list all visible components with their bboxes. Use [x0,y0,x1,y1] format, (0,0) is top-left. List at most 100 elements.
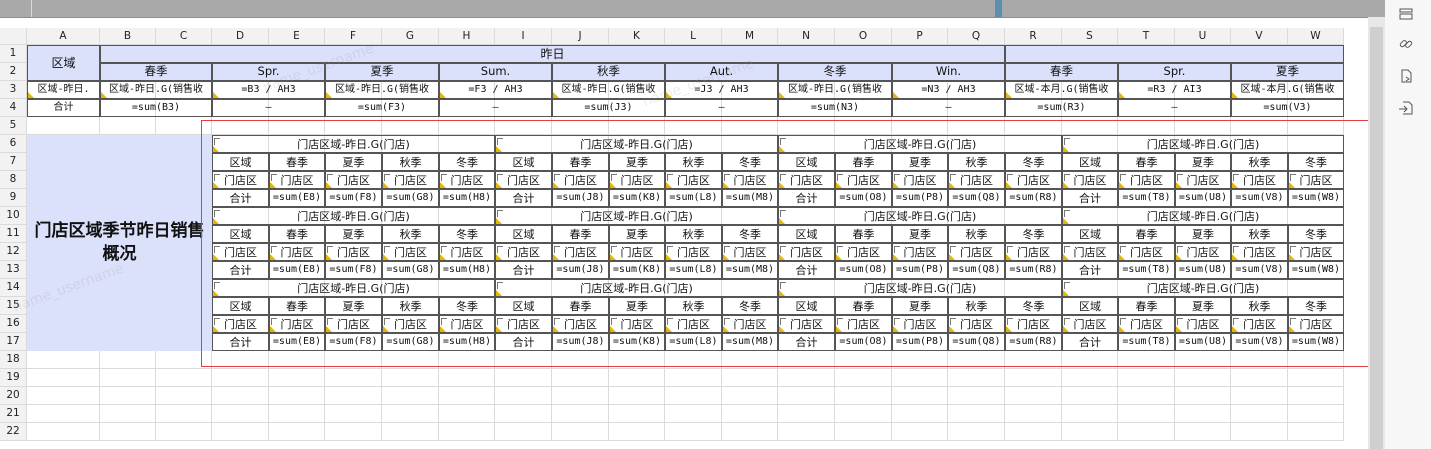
vertical-scrollbar[interactable] [1368,17,1385,449]
grid-cell[interactable] [948,405,1005,423]
grid-cell[interactable] [1118,423,1175,441]
block-title[interactable]: 门店区域-昨日.G(门店) [212,207,495,225]
formula-cell[interactable]: =R3 / AI3 [1118,81,1231,99]
grid-cell[interactable] [156,405,212,423]
block-title[interactable]: 门店区域-昨日.G(门店) [1062,207,1344,225]
grid-cell[interactable] [665,423,722,441]
grid-cell[interactable] [665,387,722,405]
store-cell[interactable]: 门店区 [552,171,609,189]
grid-cell[interactable] [835,369,892,387]
grid-cell[interactable] [948,369,1005,387]
scrollbar-thumb[interactable] [1370,27,1383,449]
total-label[interactable]: 合计 [495,333,552,351]
grid-cell[interactable] [1062,387,1118,405]
store-cell[interactable]: 门店区 [948,171,1005,189]
grid-cell[interactable] [609,423,665,441]
column-header[interactable]: Q [948,28,1005,45]
grid-cell[interactable] [1175,387,1231,405]
grid-cell[interactable] [552,369,609,387]
block-header[interactable]: 夏季 [325,153,382,171]
sum-cell[interactable]: =sum(V3) [1231,99,1344,117]
season-header[interactable]: 夏季 [1231,63,1344,81]
grid-cell[interactable] [439,387,495,405]
store-cell[interactable]: 门店区 [382,171,439,189]
block-header[interactable]: 秋季 [1231,297,1288,315]
season-header[interactable]: 春季 [100,63,212,81]
store-cell[interactable]: 门店区 [1005,243,1062,261]
block-header[interactable]: 春季 [1118,297,1175,315]
store-cell[interactable]: 门店区 [1231,171,1288,189]
sum-cell[interactable]: =sum(J8) [552,333,609,351]
grid-cell[interactable] [835,405,892,423]
block-header[interactable]: 冬季 [1005,225,1062,243]
formula-cell[interactable]: =F3 / AH3 [439,81,552,99]
block-header[interactable]: 冬季 [1005,297,1062,315]
column-header[interactable]: R [1005,28,1062,45]
select-all-corner[interactable] [0,28,27,45]
row-header[interactable]: 10 [0,207,27,225]
grid-cell[interactable] [325,405,382,423]
sum-cell[interactable]: =sum(H8) [439,261,495,279]
grid-cell[interactable] [778,423,835,441]
column-header[interactable]: G [382,28,439,45]
season-header[interactable]: Win. [892,63,1005,81]
grid-cell[interactable] [382,369,439,387]
block-header[interactable]: 春季 [552,297,609,315]
row-header[interactable]: 18 [0,351,27,369]
season-header[interactable]: 春季 [1005,63,1118,81]
grid-cell[interactable] [100,387,156,405]
store-cell[interactable]: 门店区 [212,243,269,261]
sum-cell[interactable]: =sum(M8) [722,189,778,207]
grid-cell[interactable] [100,369,156,387]
grid-cell[interactable] [1062,423,1118,441]
sum-cell[interactable]: =sum(U8) [1175,333,1231,351]
sum-cell[interactable]: =sum(W8) [1288,189,1344,207]
grid-cell[interactable] [100,423,156,441]
sum-cell[interactable]: =sum(M8) [722,261,778,279]
sum-cell[interactable]: =sum(J3) [552,99,665,117]
season-header[interactable]: Sum. [439,63,552,81]
block-header[interactable]: 夏季 [609,297,665,315]
store-cell[interactable]: 门店区 [609,171,665,189]
grid-cell[interactable] [1288,405,1344,423]
sum-cell[interactable]: =sum(Q8) [948,333,1005,351]
grid-cell[interactable] [382,117,439,135]
column-header[interactable]: B [100,28,156,45]
store-cell[interactable]: 门店区 [609,315,665,333]
block-header[interactable]: 秋季 [382,225,439,243]
grid-cell[interactable] [439,423,495,441]
store-cell[interactable]: 门店区 [1118,315,1175,333]
grid-cell[interactable] [156,387,212,405]
store-cell[interactable]: 门店区 [552,243,609,261]
block-header[interactable]: 冬季 [722,225,778,243]
block-header[interactable]: 夏季 [1175,153,1231,171]
store-cell[interactable]: 门店区 [835,243,892,261]
grid-cell[interactable] [382,423,439,441]
row-header[interactable]: 1 [0,45,27,63]
grid-cell[interactable] [665,117,722,135]
block-header[interactable]: 冬季 [722,297,778,315]
grid-cell[interactable] [722,405,778,423]
row-header[interactable]: 13 [0,261,27,279]
block-header[interactable]: 区域 [778,153,835,171]
import-icon[interactable] [1396,98,1416,118]
sum-cell[interactable]: =sum(U8) [1175,261,1231,279]
block-header[interactable]: 秋季 [1231,153,1288,171]
grid-cell[interactable] [1062,405,1118,423]
column-header[interactable]: S [1062,28,1118,45]
grid-cell[interactable] [892,369,948,387]
block-header[interactable]: 区域 [778,297,835,315]
grid-cell[interactable] [269,117,325,135]
grid-cell[interactable] [1118,387,1175,405]
sum-cell[interactable]: =sum(O8) [835,261,892,279]
grid-cell[interactable] [609,387,665,405]
store-cell[interactable]: 门店区 [439,243,495,261]
row-header[interactable]: 5 [0,117,27,135]
block-title[interactable]: 门店区域-昨日.G(门店) [778,207,1062,225]
sum-cell[interactable]: =sum(L8) [665,333,722,351]
sum-cell[interactable]: =sum(Q8) [948,261,1005,279]
grid-cell[interactable] [27,423,100,441]
store-cell[interactable]: 门店区 [269,315,325,333]
block-header[interactable]: 春季 [269,297,325,315]
grid-cell[interactable] [1005,423,1062,441]
